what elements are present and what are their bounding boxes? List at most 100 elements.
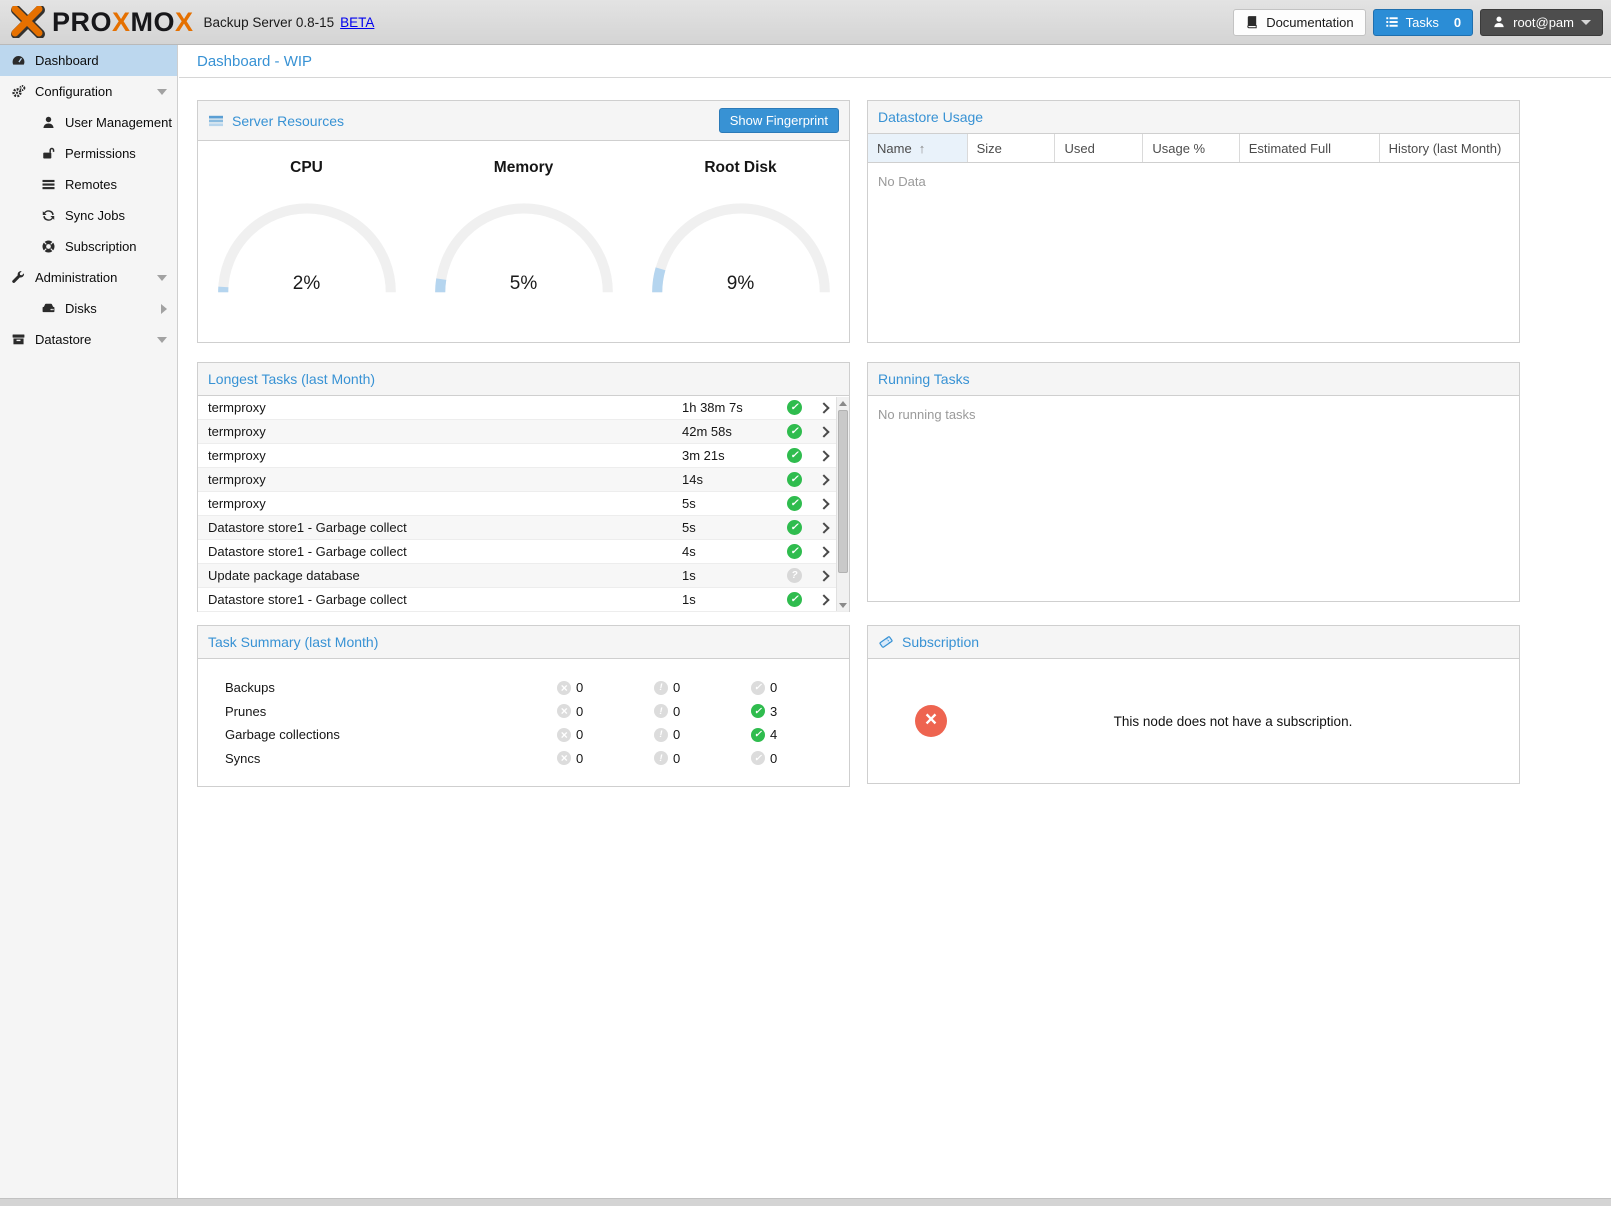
running-tasks-panel: Running Tasks No running tasks [867,362,1520,602]
sidebar-item-dashboard[interactable]: Dashboard [0,45,177,76]
chevron-down-icon[interactable] [157,275,167,281]
warning-count-icon [654,704,668,718]
chevron-down-icon[interactable] [157,89,167,95]
sidebar-item-user-management[interactable]: User Management [0,107,177,138]
sort-arrow-up-icon: ↑ [919,141,926,156]
task-row[interactable]: Datastore store1 - Garbage collect 1s [198,588,849,612]
column-header-used[interactable]: Used [1055,134,1143,162]
top-bar: PROXMOX Backup Server 0.8-15 BETA Docume… [0,0,1611,45]
sidebar-item-permissions[interactable]: Permissions [0,138,177,169]
task-summary-body: Backups 0 0 0 Prunes 0 0 3 Garbage colle… [198,659,849,770]
gauge-value: 2% [214,273,400,295]
proxmox-logo: PROXMOX [10,6,194,38]
status-unknown-icon [787,568,802,583]
status-ok-icon [787,520,802,535]
panel-title: Subscription [902,634,979,650]
sidebar-item-disks[interactable]: Disks [0,293,177,324]
subscription-body: This node does not have a subscription. [868,659,1519,783]
ticket-icon [878,634,894,650]
longest-tasks-panel: Longest Tasks (last Month) termproxy 1h … [197,362,850,612]
life-ring-icon [40,239,56,255]
column-header-history[interactable]: History (last Month) [1380,134,1519,162]
column-header-size[interactable]: Size [968,134,1056,162]
tasks-count-badge: 0 [1454,15,1461,30]
documentation-button[interactable]: Documentation [1233,9,1365,36]
task-row[interactable]: termproxy 5s [198,492,849,516]
chevron-down-icon[interactable] [157,337,167,343]
subscription-panel: Subscription This node does not have a s… [867,625,1520,784]
task-row[interactable]: termproxy 3m 21s [198,444,849,468]
panel-title: Longest Tasks (last Month) [208,371,375,387]
user-menu-button[interactable]: root@pam [1480,9,1603,36]
status-ok-icon [787,496,802,511]
task-row[interactable]: Datastore store1 - Garbage collect 5s [198,516,849,540]
scroll-up-arrow[interactable] [837,397,849,409]
task-row[interactable]: Update package database 1s [198,564,849,588]
documentation-label: Documentation [1266,15,1353,30]
status-ok-icon [787,448,802,463]
tasks-button[interactable]: Tasks 0 [1373,9,1473,36]
no-data-label: No Data [868,163,1519,200]
task-row[interactable]: termproxy 14s [198,468,849,492]
vertical-scrollbar[interactable] [836,397,849,611]
sidebar-item-label: Disks [65,301,97,316]
panel-title: Running Tasks [878,371,970,387]
sidebar-item-subscription[interactable]: Subscription [0,231,177,262]
status-ok-icon [787,424,802,439]
panel-title: Task Summary (last Month) [208,634,378,650]
chevron-right-icon[interactable] [161,304,167,314]
panel-title: Datastore Usage [878,109,983,125]
panel-title: Server Resources [232,113,344,129]
user-label: root@pam [1513,15,1574,30]
gauge-value: 5% [431,273,617,295]
longest-tasks-header: Longest Tasks (last Month) [198,363,849,396]
summary-row: Syncs 0 0 0 [198,747,849,771]
ok-count-icon [751,728,765,742]
resource-bars-icon [208,113,224,129]
sidebar-item-label: Datastore [35,332,91,347]
tachometer-icon [10,53,26,69]
gauge-value: 9% [648,273,834,295]
subscription-message: This node does not have a subscription. [947,714,1519,729]
sidebar-item-label: Subscription [65,239,137,254]
sidebar-item-configuration[interactable]: Configuration [0,76,177,107]
archive-box-icon [10,332,26,348]
longest-tasks-list: termproxy 1h 38m 7s termproxy 42m 58s te… [198,396,849,612]
hdd-icon [40,301,56,317]
chevron-down-icon [1581,20,1591,25]
task-row[interactable]: termproxy 1h 38m 7s [198,396,849,420]
page-title-bar: Dashboard - WIP [179,45,1611,78]
sidebar-item-datastore[interactable]: Datastore [0,324,177,355]
status-ok-icon [787,544,802,559]
column-header-name[interactable]: Name ↑ [868,134,968,162]
sidebar-item-label: Configuration [35,84,112,99]
status-ok-icon [787,400,802,415]
scroll-down-arrow[interactable] [837,599,849,611]
refresh-icon [40,208,56,224]
no-running-tasks-label: No running tasks [868,396,1519,433]
warning-count-icon [654,751,668,765]
column-header-usage-pct[interactable]: Usage % [1143,134,1239,162]
sidebar-item-label: Dashboard [35,53,99,68]
status-ok-icon [787,592,802,607]
datastore-usage-panel: Datastore Usage Name ↑ Size Used Usage %… [867,100,1520,343]
no-subscription-error-icon [915,705,947,737]
ok-count-icon [751,681,765,695]
sidebar-item-sync-jobs[interactable]: Sync Jobs [0,200,177,231]
scrollbar-thumb[interactable] [838,410,848,573]
beta-link[interactable]: BETA [340,15,374,30]
product-version-label: Backup Server 0.8-15 [204,15,335,30]
server-resources-header: Server Resources Show Fingerprint [198,101,849,141]
book-icon [1245,15,1259,29]
task-row[interactable]: Datastore store1 - Garbage collect 4s [198,540,849,564]
datastore-usage-column-headers: Name ↑ Size Used Usage % Estimated Full … [868,134,1519,163]
gauges-row: CPU 2% Memory 5% [198,141,849,297]
gauge-title: CPU [290,159,323,177]
show-fingerprint-button[interactable]: Show Fingerprint [719,108,839,133]
subscription-header: Subscription [868,626,1519,659]
task-row[interactable]: termproxy 42m 58s [198,420,849,444]
column-header-estimated-full[interactable]: Estimated Full [1240,134,1380,162]
gears-icon [10,84,26,100]
sidebar-item-administration[interactable]: Administration [0,262,177,293]
sidebar-item-remotes[interactable]: Remotes [0,169,177,200]
